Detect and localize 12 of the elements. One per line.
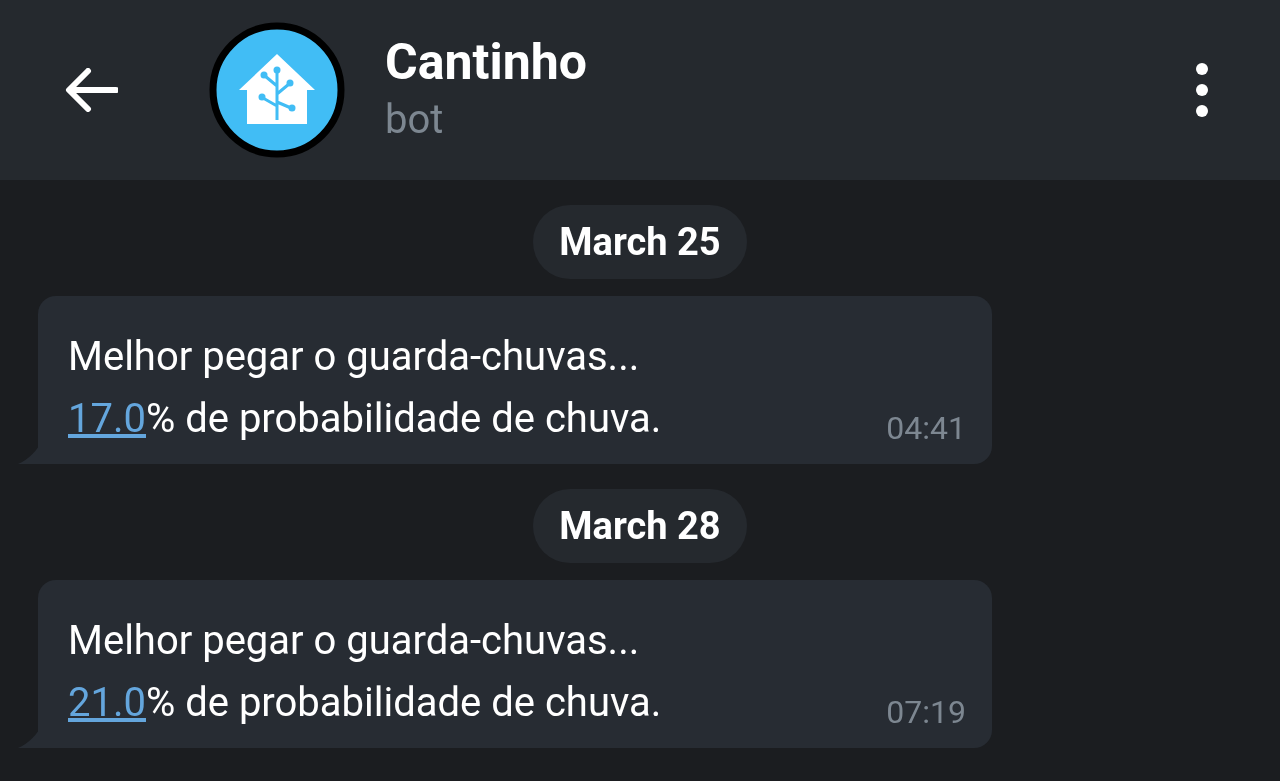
back-icon[interactable] [64, 68, 118, 112]
link[interactable]: 21.0 [68, 679, 146, 726]
message-time: 07:19 [886, 692, 966, 732]
link[interactable]: 17.0 [68, 395, 146, 442]
message-text: Melhor pegar o guarda-chuvas... 17.0% de probabilidade de chuva. [68, 332, 662, 444]
chat-title: Cantinho [385, 32, 587, 92]
message-text: Melhor pegar o guarda-chuvas... 21.0% de probabilidade de chuva. [68, 616, 662, 728]
message-time: 04:41 [886, 408, 966, 448]
date-label: March 28 [533, 489, 747, 563]
chat-subtitle: bot [385, 95, 445, 145]
date-label: March 25 [533, 205, 747, 279]
avatar-icon[interactable] [209, 22, 345, 158]
